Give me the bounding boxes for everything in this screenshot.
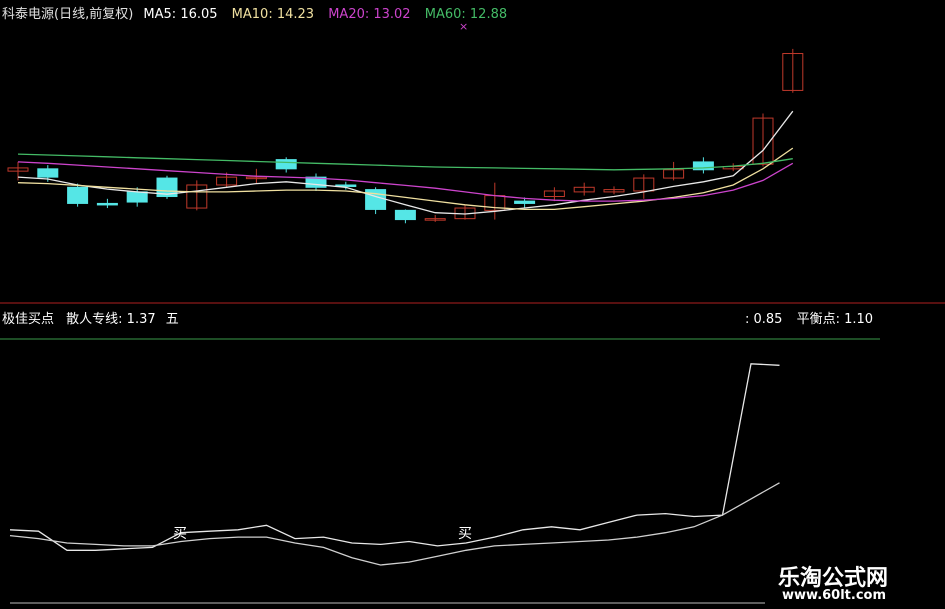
candle-body xyxy=(514,200,536,204)
candle-body xyxy=(67,186,89,204)
candle-body xyxy=(37,168,59,178)
ma20-value: MA20: 13.02 xyxy=(328,7,411,22)
stock-title: 科泰电源(日线,前复权) xyxy=(2,7,134,22)
indicator-header: 极佳买点 散人专线: 1.37 五 xyxy=(2,308,179,327)
buy-signal-label: 买 xyxy=(173,526,187,542)
candle-body xyxy=(394,209,416,221)
ma5-value: MA5: 16.05 xyxy=(143,7,218,22)
chart-background xyxy=(0,0,945,609)
ma10-value: MA10: 14.23 xyxy=(231,7,315,22)
candle-body xyxy=(96,202,118,206)
buy-signal-label: 买 xyxy=(458,526,472,542)
chart-header: 科泰电源(日线,前复权) MA5: 16.05 MA10: 14.23 MA20… xyxy=(2,3,507,22)
watermark-url: www.60lt.com xyxy=(782,588,887,603)
indicator-retail-line: 散人专线: 1.37 xyxy=(66,312,156,327)
ma60-value: MA60: 12.88 xyxy=(424,7,508,22)
candle-body xyxy=(275,159,297,170)
chart-canvas: 买买 × xyxy=(0,0,945,609)
indicator-retail-suffix: 五 xyxy=(165,312,179,327)
indicator-best-buy-label: 极佳买点 xyxy=(2,312,55,327)
indicator-right-value: : 0.85 xyxy=(745,312,783,327)
indicator-header-right: : 0.85 平衡点: 1.10 xyxy=(745,308,873,327)
candle-body xyxy=(126,191,148,203)
indicator-balance-point: 平衡点: 1.10 xyxy=(796,312,874,327)
